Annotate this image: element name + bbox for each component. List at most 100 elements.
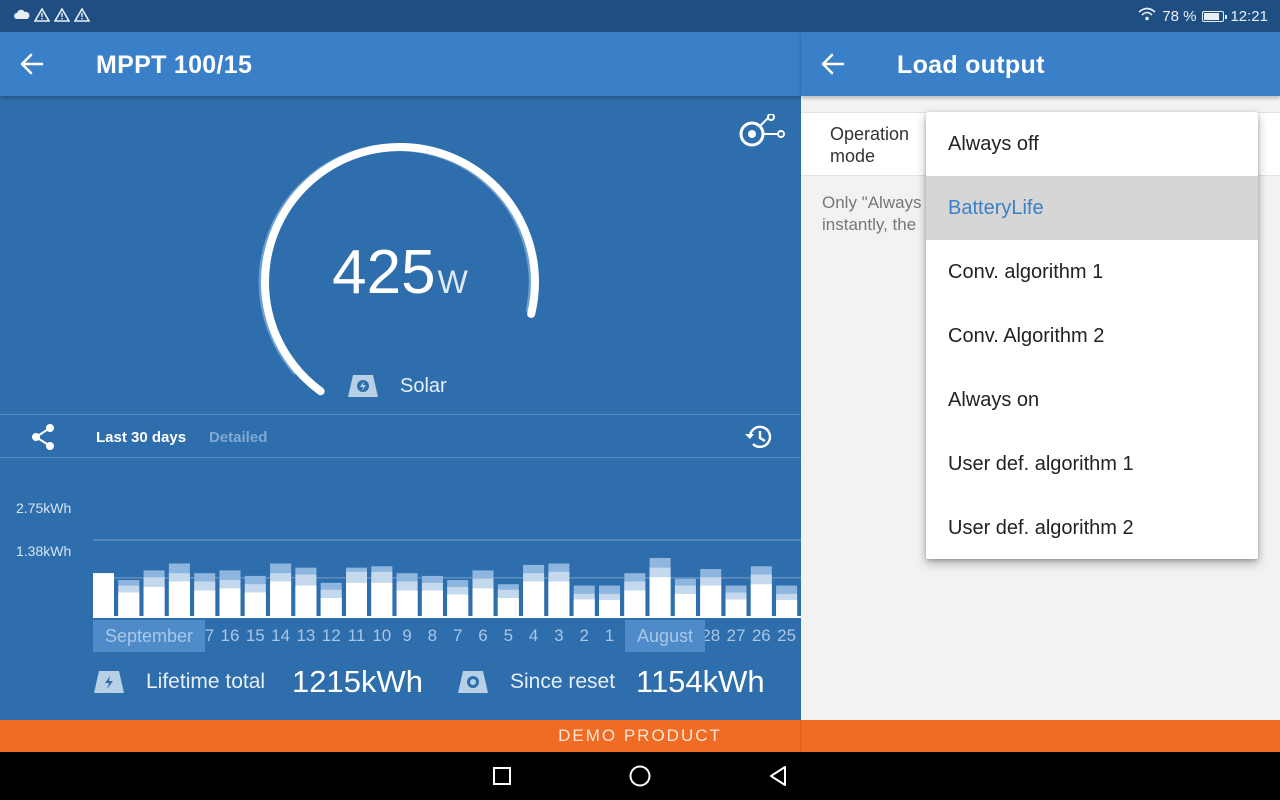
demo-banner: DEMO PRODUCT	[0, 720, 1280, 752]
share-icon[interactable]	[30, 423, 56, 451]
x-tick-label: 4	[529, 626, 538, 645]
x-tick-label: 15	[246, 626, 265, 645]
chart-bar	[295, 585, 317, 616]
warning-icon	[33, 7, 51, 22]
chart-bar	[700, 585, 722, 616]
network-graph-icon[interactable]	[738, 113, 786, 154]
x-tick-label: 11	[348, 626, 366, 645]
x-tick-label: 2	[579, 626, 588, 645]
chart-bar	[447, 594, 469, 616]
operation-mode-label: Operation mode	[830, 124, 910, 166]
chart-bar	[118, 592, 140, 616]
x-tick-label: 1	[605, 626, 614, 645]
chart-bar	[599, 599, 620, 616]
device-app-bar: MPPT 100/15	[0, 32, 801, 96]
y-tick-label: 2.75kWh	[16, 500, 72, 516]
system-nav-bar	[0, 752, 1280, 800]
load-output-title: Load output	[897, 51, 1045, 79]
chart-bar	[750, 584, 772, 616]
chart-bar	[346, 582, 367, 616]
month-label-august: August	[625, 620, 705, 652]
power-value: 425	[332, 238, 436, 307]
divider	[0, 457, 801, 458]
wifi-icon	[1138, 7, 1156, 25]
warning-icon	[73, 7, 91, 22]
chart-bar	[194, 590, 216, 616]
source-row: Solar	[346, 372, 447, 400]
operation-mode-dropdown[interactable]: Always off BatteryLife Conv. algorithm 1 Co…	[926, 112, 1258, 559]
chart-bar	[725, 599, 747, 616]
x-tick-label: 9	[402, 626, 411, 645]
solar-panel-icon	[346, 372, 380, 400]
totals-row: Lifetime total 1215kWh Since reset 1154k…	[0, 662, 801, 712]
chart-bar	[573, 599, 595, 616]
device-panel: MPPT 100/15 425W Solar Last 30 days Deta…	[0, 32, 801, 720]
tab-last-30-days[interactable]: Last 30 days	[96, 429, 186, 446]
x-tick-label: 6	[478, 626, 487, 645]
x-tick-label: 3	[554, 626, 563, 645]
dropdown-option[interactable]: Always on	[926, 368, 1258, 432]
clock: 12:21	[1230, 7, 1268, 25]
x-tick-label: 12	[322, 626, 341, 645]
x-tick-label: 16	[221, 626, 240, 645]
back-arrow-icon[interactable]	[819, 50, 847, 78]
battery-icon	[1202, 10, 1228, 22]
chart-bar	[396, 590, 418, 616]
warning-icon	[53, 7, 71, 22]
dropdown-option[interactable]: Always off	[926, 112, 1258, 176]
history-icon[interactable]	[744, 423, 774, 451]
x-tick-label: 10	[372, 626, 391, 645]
chart-bar	[320, 598, 342, 616]
back-nav-icon[interactable]	[766, 764, 790, 788]
chart-bar	[523, 581, 545, 616]
chart-bar	[472, 588, 494, 616]
x-tick-label: 13	[296, 626, 315, 645]
chart-bar	[219, 588, 241, 616]
chart-bar	[371, 582, 393, 616]
x-tick-label: 7	[453, 626, 462, 645]
chart-tabs: Last 30 days Detailed	[0, 415, 801, 458]
x-tick-label: 25	[777, 626, 796, 645]
chart-bar	[649, 577, 671, 616]
lifetime-value: 1215kWh	[292, 664, 423, 699]
dropdown-option[interactable]: BatteryLife	[926, 176, 1258, 240]
chart-bar	[624, 590, 646, 616]
load-output-app-bar: Load output	[801, 32, 1280, 96]
operation-mode-description: Only "Always instantly, the	[822, 193, 922, 234]
chart-bar	[143, 586, 165, 616]
x-tick-label: 14	[271, 626, 290, 645]
x-tick-label: 8	[428, 626, 437, 645]
month-label-september: September	[93, 620, 205, 652]
chart-bar	[244, 592, 266, 616]
power-unit: W	[437, 264, 468, 300]
device-title: MPPT 100/15	[96, 51, 253, 79]
dropdown-option[interactable]: User def. algorithm 2	[926, 496, 1258, 560]
power-readout: 425W	[300, 237, 500, 308]
dropdown-option[interactable]: Conv. algorithm 1	[926, 240, 1258, 304]
chart-bar	[421, 590, 443, 616]
dropdown-option[interactable]: Conv. Algorithm 2	[926, 304, 1258, 368]
reset-value: 1154kWh	[636, 664, 765, 699]
x-tick-label: 26	[752, 626, 771, 645]
home-icon[interactable]	[628, 764, 652, 788]
cloud-icon	[14, 8, 30, 22]
lifetime-icon	[92, 668, 126, 696]
chart-bar	[168, 581, 190, 616]
dropdown-option[interactable]: User def. algorithm 1	[926, 432, 1258, 496]
reset-label: Since reset	[510, 670, 616, 693]
back-arrow-icon[interactable]	[18, 50, 46, 78]
chart-bar	[93, 573, 114, 616]
x-tick-label: 5	[504, 626, 513, 645]
demo-banner-text: DEMO PRODUCT	[558, 726, 722, 745]
lifetime-label: Lifetime total	[146, 670, 266, 693]
chart-bar	[548, 581, 570, 616]
chart-bar	[776, 599, 798, 616]
source-label: Solar	[400, 374, 447, 397]
chart-bar	[674, 593, 696, 616]
chart-bar	[497, 598, 519, 616]
x-tick-label: 27	[727, 626, 746, 645]
recent-apps-icon[interactable]	[490, 764, 514, 788]
tab-detailed[interactable]: Detailed	[209, 429, 267, 446]
reset-icon	[456, 668, 490, 696]
status-bar: 78 % 12:21	[0, 0, 1280, 32]
